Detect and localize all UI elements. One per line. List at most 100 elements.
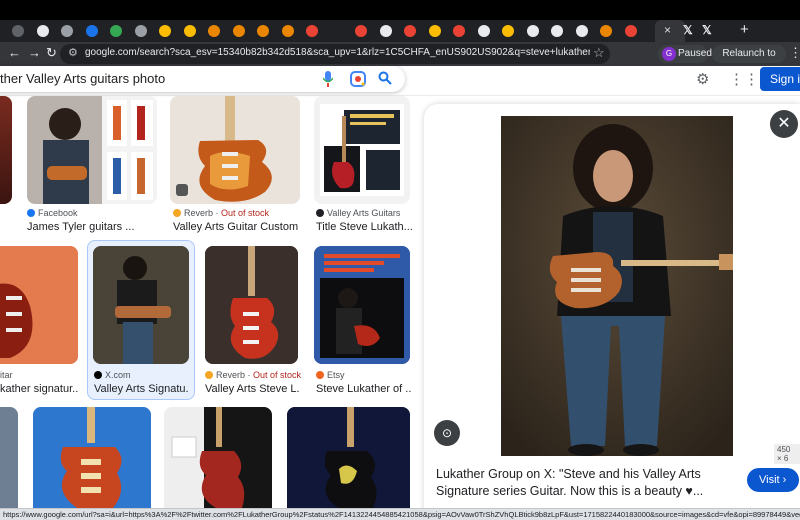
image-thumbnail[interactable] bbox=[0, 407, 18, 508]
browser-tab-favicon[interactable] bbox=[526, 25, 539, 37]
close-tab-icon[interactable]: × bbox=[664, 23, 671, 37]
result-title[interactable]: Steve Lukather of ... bbox=[316, 383, 412, 395]
browser-tab-favicon[interactable] bbox=[257, 25, 269, 37]
catalog-page-image bbox=[320, 104, 404, 196]
menu-kebab-icon[interactable]: ⋮ bbox=[789, 45, 800, 61]
back-icon[interactable]: ← bbox=[8, 45, 21, 60]
facebook-icon bbox=[27, 209, 35, 217]
guitar-case-image bbox=[164, 407, 272, 508]
browser-tab-favicon[interactable] bbox=[306, 25, 318, 37]
relaunch-button[interactable]: Relaunch to update bbox=[712, 45, 786, 77]
browser-tab-favicon[interactable] bbox=[600, 25, 612, 37]
collage-image bbox=[27, 96, 153, 204]
microphone-icon[interactable] bbox=[323, 71, 333, 87]
browser-tab-favicon[interactable] bbox=[12, 25, 24, 37]
close-panel-button[interactable]: ✕ bbox=[770, 110, 798, 138]
url-text[interactable]: google.com/search?sca_esv=15340b82b342d5… bbox=[85, 47, 590, 58]
address-bar[interactable]: ⚙ google.com/search?sca_esv=15340b82b342… bbox=[60, 44, 610, 64]
image-thumbnail[interactable] bbox=[287, 407, 410, 508]
sign-in-button[interactable]: Sign in bbox=[760, 67, 800, 91]
result-title[interactable]: Valley Arts Guitar Custom ... bbox=[173, 221, 301, 233]
image-thumbnail[interactable] bbox=[93, 246, 189, 364]
google-header: ther Valley Arts guitars photo ⚙ ⋮⋮⋮ Sig… bbox=[0, 66, 800, 96]
result-source: Valley Arts Guitars bbox=[316, 208, 400, 218]
status-bar-url: https://www.google.com/url?sa=i&url=http… bbox=[0, 508, 800, 520]
search-icon[interactable] bbox=[378, 71, 392, 85]
result-source: X.com bbox=[94, 370, 131, 380]
result-title[interactable]: Valley Arts Signatu... bbox=[94, 383, 188, 395]
image-thumbnail[interactable] bbox=[170, 96, 300, 204]
browser-tab-favicon[interactable] bbox=[183, 25, 196, 37]
result-title[interactable]: kather signatur... bbox=[0, 383, 78, 395]
top-band bbox=[0, 0, 800, 20]
browser-tab-favicon[interactable] bbox=[110, 25, 122, 37]
preview-image[interactable] bbox=[501, 116, 733, 456]
browser-tab-favicon[interactable] bbox=[355, 25, 367, 37]
image-thumbnail[interactable] bbox=[33, 407, 151, 508]
reverb-icon bbox=[205, 371, 213, 379]
guitar-image bbox=[176, 96, 272, 202]
result-title[interactable]: Title Steve Lukath... bbox=[316, 221, 412, 233]
image-preview-panel: ✕ ⊙ 450 × 6 Lukather Group on X: "Steve … bbox=[424, 104, 800, 520]
result-source: itar bbox=[0, 370, 13, 380]
image-thumbnail[interactable] bbox=[314, 96, 410, 204]
guitar-image bbox=[0, 246, 78, 364]
browser-tab-favicon[interactable] bbox=[624, 25, 637, 37]
result-source: Etsy bbox=[316, 370, 345, 380]
image-thumbnail[interactable] bbox=[205, 246, 298, 364]
preview-caption[interactable]: Lukather Group on X: "Steve and his Vall… bbox=[436, 466, 736, 500]
reload-icon[interactable]: ↻ bbox=[46, 45, 57, 61]
search-query[interactable]: ther Valley Arts guitars photo bbox=[0, 71, 165, 86]
browser-toolbar: ← → ↻ ⚙ google.com/search?sca_esv=15340b… bbox=[0, 42, 800, 77]
browser-tab-favicon[interactable] bbox=[36, 25, 49, 37]
browser-tab-favicon[interactable] bbox=[453, 25, 465, 37]
result-source: Reverb · Out of stock bbox=[173, 208, 269, 218]
browser-tab-favicon[interactable] bbox=[281, 25, 294, 37]
bookmark-star-icon[interactable]: ☆ bbox=[593, 45, 605, 61]
browser-tab-favicon[interactable] bbox=[232, 25, 245, 37]
browser-tab-favicon[interactable] bbox=[428, 25, 441, 37]
result-title[interactable]: James Tyler guitars ... bbox=[27, 221, 157, 233]
tab-x[interactable]: 𝕏 bbox=[702, 23, 712, 37]
new-tab-button[interactable]: + bbox=[740, 21, 749, 38]
image-thumbnail[interactable] bbox=[314, 246, 410, 364]
search-box[interactable]: ther Valley Arts guitars photo bbox=[0, 66, 405, 92]
x-icon bbox=[94, 371, 102, 379]
browser-tab-favicon[interactable] bbox=[85, 25, 98, 37]
active-tab[interactable]: × bbox=[655, 20, 685, 42]
settings-gear-icon[interactable]: ⚙ bbox=[696, 70, 709, 88]
browser-tab-favicon[interactable] bbox=[502, 25, 514, 37]
lens-icon[interactable] bbox=[350, 71, 366, 87]
profile-chip[interactable]: G Paused bbox=[658, 45, 712, 63]
browser-tab-favicon[interactable] bbox=[379, 25, 392, 37]
browser-tab-favicon[interactable] bbox=[61, 25, 73, 37]
image-thumbnail[interactable] bbox=[27, 96, 157, 204]
browser-tab-favicon[interactable] bbox=[575, 25, 588, 37]
browser-tab-favicon[interactable] bbox=[159, 25, 171, 37]
browser-tab-favicon[interactable] bbox=[134, 25, 147, 37]
reverb-icon bbox=[173, 209, 181, 217]
guitar-image bbox=[287, 407, 410, 508]
image-thumbnail[interactable] bbox=[0, 96, 12, 204]
valley-arts-icon bbox=[316, 209, 324, 217]
result-source: Reverb · Out of stock bbox=[205, 370, 301, 380]
tab-strip: × 𝕏 𝕏 + bbox=[0, 0, 800, 42]
site-info-icon[interactable]: ⚙ bbox=[68, 46, 78, 59]
etsy-icon bbox=[316, 371, 324, 379]
tab-x[interactable]: 𝕏 bbox=[683, 23, 693, 37]
portrait-image bbox=[93, 246, 189, 364]
browser-tab-favicon[interactable] bbox=[208, 25, 220, 37]
result-source: Facebook bbox=[27, 208, 78, 218]
browser-tab-favicon[interactable] bbox=[551, 25, 563, 37]
browser-tab-favicon[interactable] bbox=[404, 25, 416, 37]
image-thumbnail[interactable] bbox=[0, 246, 78, 364]
browser-tab-favicon[interactable] bbox=[477, 25, 490, 37]
image-thumbnail[interactable] bbox=[164, 407, 272, 508]
lens-search-icon[interactable]: ⊙ bbox=[434, 420, 460, 446]
forward-icon[interactable]: → bbox=[28, 45, 41, 60]
result-title[interactable]: Valley Arts Steve L... bbox=[205, 383, 299, 395]
profile-avatar: G bbox=[662, 47, 676, 61]
browser-tab-favicon[interactable] bbox=[330, 25, 343, 37]
visit-button[interactable]: Visit › bbox=[747, 468, 799, 492]
profile-label: Paused bbox=[678, 48, 712, 59]
